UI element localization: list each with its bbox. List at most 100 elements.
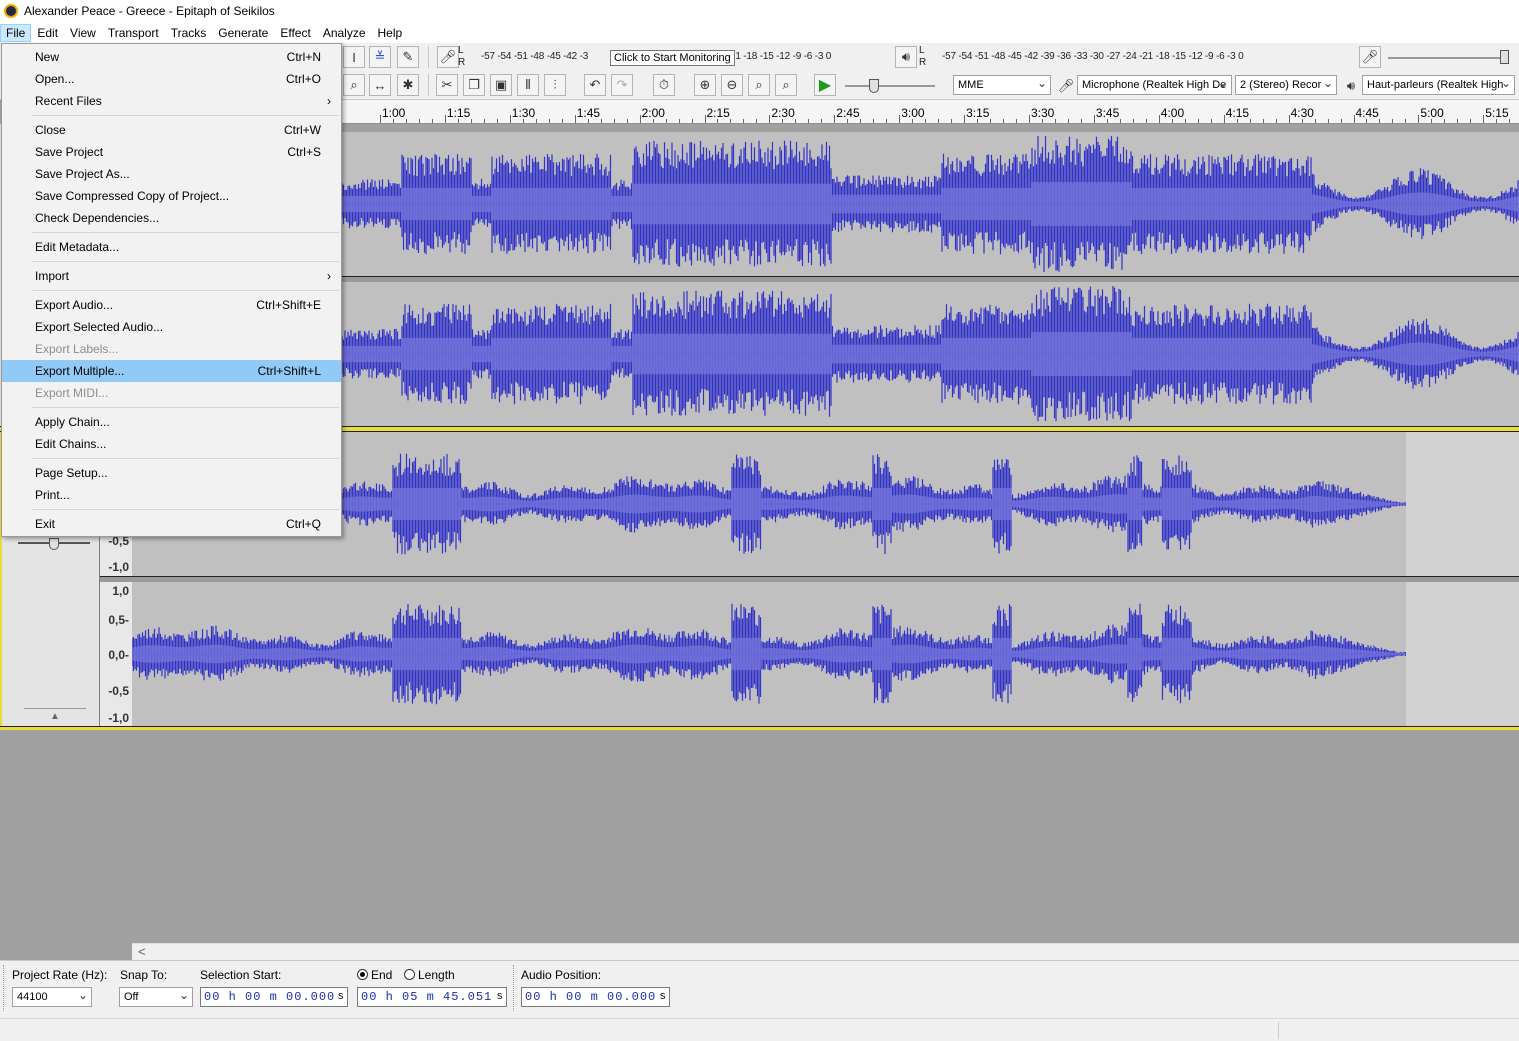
trim-icon[interactable]: ⫴ <box>517 74 539 96</box>
play-at-speed-icon[interactable]: ▶ <box>814 74 836 96</box>
playback-meter-speaker-icon[interactable]: 🔊︎ <box>895 46 917 68</box>
zoom-out-icon[interactable]: ⊖ <box>721 74 743 96</box>
menu-item-export-selected-audio[interactable]: Export Selected Audio... <box>2 316 341 338</box>
horizontal-scrollbar[interactable]: < <box>132 943 1519 960</box>
redo-icon[interactable]: ↷ <box>611 74 633 96</box>
scroll-left-icon[interactable]: < <box>138 944 146 959</box>
end-radio[interactable]: End <box>357 968 392 982</box>
channels-select[interactable]: 2 (Stereo) Recor <box>1235 75 1337 95</box>
input-device-select[interactable]: Microphone (Realtek High De <box>1077 75 1232 95</box>
ruler-minor-tick <box>1054 119 1056 123</box>
record-volume-slider[interactable] <box>1388 57 1506 59</box>
menu-file[interactable]: File <box>0 23 32 42</box>
ruler-minor-tick <box>1444 119 1446 123</box>
length-radio-indicator[interactable] <box>404 969 415 980</box>
menu-item-label: Edit Chains... <box>35 437 107 451</box>
ruler-tick-label: 2:00 <box>641 106 665 120</box>
menu-item-recent-files[interactable]: Recent Files › <box>2 90 341 112</box>
menu-analyze[interactable]: Analyze <box>317 24 372 42</box>
ruler-tick-label: 1:15 <box>446 106 471 120</box>
record-meter-scale-tail[interactable]: 21 -18 -15 -12 -9 -6 -3 0 <box>730 51 831 62</box>
menu-item-label: Exit <box>35 517 56 531</box>
zoom-tool-icon[interactable]: ⌕ <box>343 74 365 96</box>
sync-lock-icon[interactable]: ⏱ <box>653 74 675 96</box>
collapse-track-icon[interactable]: ▲ <box>24 708 86 724</box>
host-select[interactable]: MME <box>953 75 1051 95</box>
play-speed-slider[interactable] <box>845 85 935 87</box>
menu-item-close[interactable]: Close Ctrl+W <box>2 119 341 141</box>
menu-item-export-multiple[interactable]: Export Multiple... Ctrl+Shift+L <box>2 360 341 382</box>
selection-start-time[interactable]: 00 h 00 m 00.000 s <box>200 987 348 1007</box>
ruler-tick-label: 4:45 <box>1355 106 1379 120</box>
menu-item-open[interactable]: Open... Ctrl+O <box>2 68 341 90</box>
draw-tool-icon[interactable]: ✎ <box>397 46 419 68</box>
ruler-tick <box>1353 115 1355 123</box>
selection-tool-icon[interactable]: I <box>343 46 365 68</box>
track-2-right-waveform <box>132 603 1406 705</box>
menu-view[interactable]: View <box>64 24 102 42</box>
menu-item-check-dependencies[interactable]: Check Dependencies... <box>2 207 341 229</box>
length-radio[interactable]: Length <box>404 968 455 982</box>
zoom-in-icon[interactable]: ⊕ <box>694 74 716 96</box>
cut-icon[interactable]: ✂ <box>436 74 458 96</box>
record-meter-mic-icon[interactable]: 🎤︎ <box>437 46 459 68</box>
menu-item-label: Apply Chain... <box>35 415 110 429</box>
menu-effect[interactable]: Effect <box>274 24 316 42</box>
ruler-minor-tick <box>1314 119 1316 123</box>
menu-item-exit[interactable]: Exit Ctrl+Q <box>2 513 341 535</box>
ruler-minor-tick <box>600 119 602 123</box>
snap-to-select[interactable]: Off <box>119 987 193 1007</box>
record-meter-scale[interactable]: -57 -54 -51 -48 -45 -42 -3 <box>481 51 588 62</box>
project-rate-label: Project Rate (Hz): <box>12 968 108 982</box>
menu-item-print[interactable]: Print... <box>2 484 341 506</box>
end-radio-indicator[interactable] <box>357 969 368 980</box>
selection-end-time[interactable]: 00 h 05 m 45.051 s <box>357 987 507 1007</box>
menu-item-edit-metadata[interactable]: Edit Metadata... <box>2 236 341 258</box>
pan-thumb[interactable] <box>49 538 59 550</box>
multi-tool-icon[interactable]: ✱ <box>397 74 419 96</box>
menu-item-save-compressed-copy-of-project[interactable]: Save Compressed Copy of Project... <box>2 185 341 207</box>
menu-tracks[interactable]: Tracks <box>165 24 213 42</box>
record-volume-thumb[interactable] <box>1500 50 1509 64</box>
menu-item-import[interactable]: Import › <box>2 265 341 287</box>
menu-item-label: New <box>35 50 60 64</box>
fit-selection-icon[interactable]: ⌕ <box>748 74 770 96</box>
paste-icon[interactable]: ▣ <box>490 74 512 96</box>
menu-item-new[interactable]: New Ctrl+N <box>2 46 341 68</box>
menu-item-label: Check Dependencies... <box>35 211 160 225</box>
copy-icon[interactable]: ❐ <box>463 74 485 96</box>
menu-help[interactable]: Help <box>372 24 409 42</box>
timeshift-tool-icon[interactable]: ↔ <box>369 74 391 96</box>
ruler-tick <box>1418 115 1420 123</box>
menu-item-apply-chain[interactable]: Apply Chain... <box>2 411 341 433</box>
ruler-minor-tick <box>626 119 628 123</box>
envelope-tool-icon[interactable]: ≚ <box>369 46 391 68</box>
playback-meter-scale[interactable]: -57 -54 -51 -48 -45 -42 -39 -36 -33 -30 … <box>942 51 1244 62</box>
menu-item-save-project[interactable]: Save Project Ctrl+S <box>2 141 341 163</box>
menu-item-save-project-as[interactable]: Save Project As... <box>2 163 341 185</box>
silence-icon[interactable]: ⫶ <box>544 74 566 96</box>
menu-edit[interactable]: Edit <box>31 24 64 42</box>
menu-item-label: Save Project As... <box>35 167 130 181</box>
output-device-select[interactable]: Haut-parleurs (Realtek High <box>1362 75 1515 95</box>
undo-icon[interactable]: ↶ <box>584 74 606 96</box>
selection-end-value: 00 h 05 m 45.051 <box>361 990 493 1004</box>
ruler-tick-label: 2:15 <box>706 106 730 120</box>
ruler-minor-tick <box>431 119 433 123</box>
audio-position-time[interactable]: 00 h 00 m 00.000 s <box>521 987 670 1007</box>
selection-start-label: Selection Start: <box>200 968 282 982</box>
ruler-minor-tick <box>678 119 680 123</box>
ruler-minor-tick <box>730 119 732 123</box>
fit-project-icon[interactable]: ⌕ <box>775 74 797 96</box>
ruler-minor-tick <box>860 119 862 123</box>
menu-item-export-audio[interactable]: Export Audio... Ctrl+Shift+E <box>2 294 341 316</box>
play-speed-thumb[interactable] <box>869 79 879 93</box>
empty-track-area[interactable] <box>0 730 1519 943</box>
menu-item-shortcut: Ctrl+N <box>286 50 321 64</box>
menu-item-edit-chains[interactable]: Edit Chains... <box>2 433 341 455</box>
menu-item-page-setup[interactable]: Page Setup... <box>2 462 341 484</box>
menu-separator <box>32 261 339 262</box>
menu-transport[interactable]: Transport <box>102 24 165 42</box>
project-rate-select[interactable]: 44100 <box>12 987 92 1007</box>
menu-generate[interactable]: Generate <box>212 24 274 42</box>
